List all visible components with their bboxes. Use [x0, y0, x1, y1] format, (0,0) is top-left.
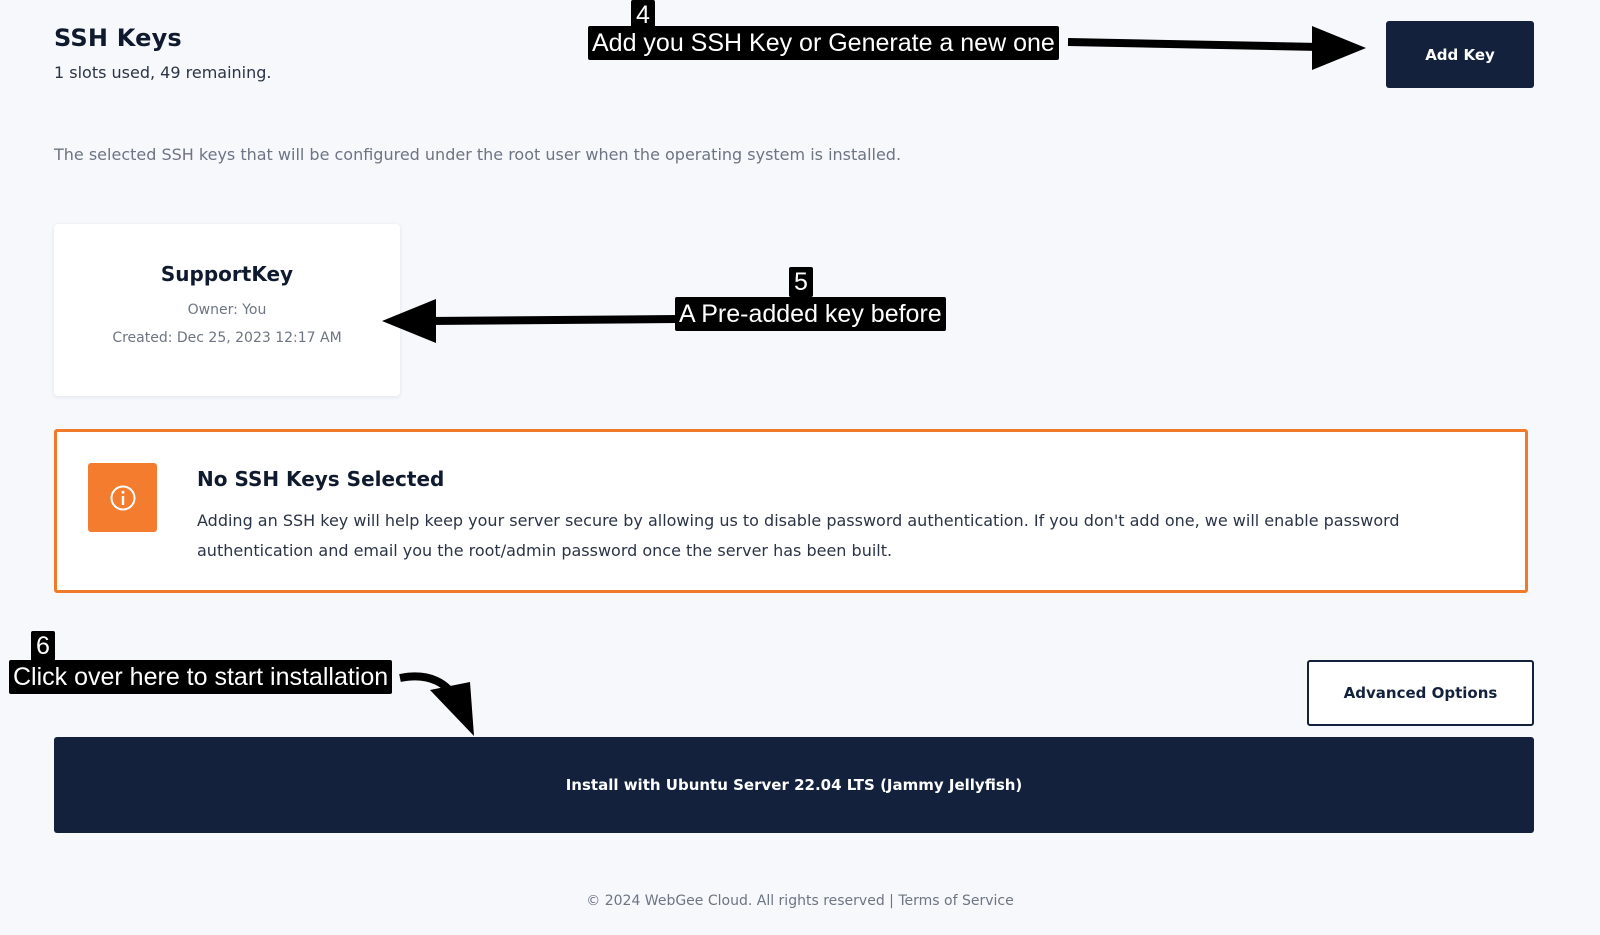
alert-message: Adding an SSH key will help keep your se…	[197, 511, 1400, 560]
annotation-number-6: 6	[31, 631, 55, 661]
ssh-key-created: Created: Dec 25, 2023 12:17 AM	[112, 330, 342, 346]
ssh-key-card[interactable]: SupportKey Owner: You Created: Dec 25, 2…	[54, 224, 400, 396]
ssh-key-name: SupportKey	[160, 262, 294, 286]
slots-usage-text: 1 slots used, 49 remaining.	[54, 63, 272, 82]
annotation-arrow-4-shaft	[1067, 38, 1321, 51]
footer: © 2024 WebGee Cloud. All rights reserved…	[0, 893, 1600, 909]
annotation-arrow-5-shaft	[427, 315, 679, 325]
ssh-key-owner: Owner: You	[187, 302, 267, 318]
info-icon	[88, 463, 157, 532]
annotation-arrow-4-head	[1312, 26, 1366, 70]
annotation-label-5: A Pre-added key before	[675, 297, 946, 331]
install-os-button[interactable]: Install with Ubuntu Server 22.04 LTS (Ja…	[54, 737, 1534, 833]
advanced-options-button[interactable]: Advanced Options	[1307, 660, 1534, 726]
annotation-arrow-6-shaft	[399, 672, 460, 702]
alert-title: No SSH Keys Selected	[197, 467, 445, 491]
footer-copyright: © 2024 WebGee Cloud. All rights reserved	[586, 893, 885, 909]
annotation-arrow-6-head	[430, 682, 474, 736]
ssh-keys-description: The selected SSH keys that will be confi…	[54, 145, 902, 164]
annotation-label-6: Click over here to start installation	[9, 660, 393, 694]
no-ssh-keys-alert: No SSH Keys Selected Adding an SSH key w…	[54, 429, 1528, 593]
terms-of-service-link[interactable]: Terms of Service	[898, 893, 1013, 909]
annotation-label-4: Add you SSH Key or Generate a new one	[588, 26, 1059, 60]
add-key-button[interactable]: Add Key	[1386, 21, 1534, 88]
annotation-number-5: 5	[789, 267, 813, 297]
footer-separator: |	[889, 893, 894, 909]
page-title: SSH Keys	[54, 24, 182, 52]
